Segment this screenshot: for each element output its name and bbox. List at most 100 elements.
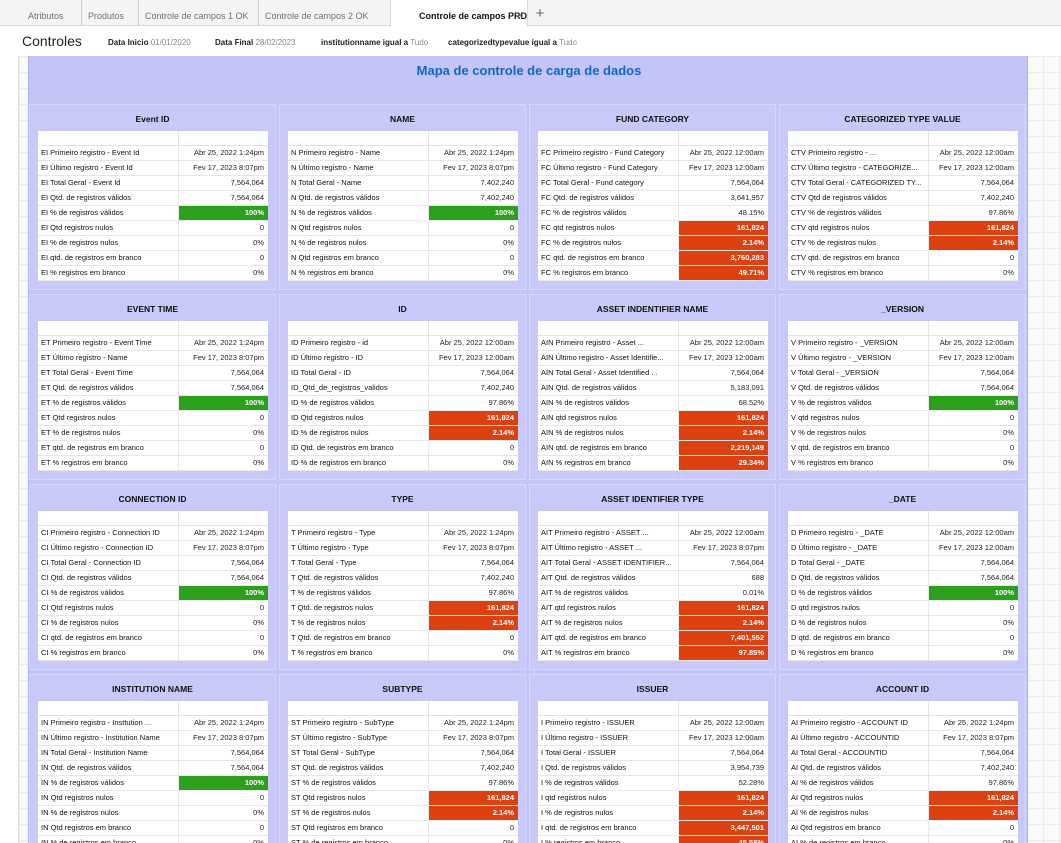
table-row[interactable]: AI Primeiro registro - ACCOUNT ID Abr 25,… — [788, 716, 1018, 731]
table-row[interactable]: EI Último registro - Event Id Fev 17, 202… — [38, 161, 268, 176]
table-row[interactable]: CI Qtd. de registros válidos 7,564,064 — [38, 571, 268, 586]
table-row[interactable]: FC Último registro - Fund Category Fev 17… — [538, 161, 768, 176]
table-row[interactable]: AIT Último registro - ASSET ... Fev 17, 2… — [538, 541, 768, 556]
table-row[interactable]: ID % de registros nulos 2.14% — [288, 426, 518, 441]
table-row[interactable]: ST Qtd. de registros válidos 7,402,240 — [288, 761, 518, 776]
table-row[interactable]: CI Primeiro registro - Connection ID Abr … — [38, 526, 268, 541]
table-row[interactable]: AI Total Geral - ACCOUNTID 7,564,064 — [788, 746, 1018, 761]
table-row[interactable]: T % de registros válidos 97.86% — [288, 586, 518, 601]
table-row[interactable]: ST Primeiro registro - SubType Abr 25, 20… — [288, 716, 518, 731]
table-row[interactable]: AIT % de registros nulos 2.14% — [538, 616, 768, 631]
table-row[interactable]: N Primeiro registro - Name Abr 25, 2022 1… — [288, 146, 518, 161]
table-row[interactable]: D % registros em branco 0% — [788, 646, 1018, 661]
table-row[interactable]: N Qtd. de registros válidos 7,402,240 — [288, 191, 518, 206]
table-row[interactable]: D Primeiro registro - _DATE Abr 25, 2022 … — [788, 526, 1018, 541]
table-row[interactable]: T % de registros nulos 2.14% — [288, 616, 518, 631]
table-row[interactable]: IN % de registros em branco 0% — [38, 836, 268, 843]
table-row[interactable]: EI % registros em branco 0% — [38, 266, 268, 281]
table-row[interactable]: T Qtd. de registros válidos 7,402,240 — [288, 571, 518, 586]
table-row[interactable]: ID Total Geral - ID 7,564,064 — [288, 366, 518, 381]
table-row[interactable]: IN Primeiro registro - Insttution ... Abr… — [38, 716, 268, 731]
table-row[interactable]: AI % de registros em branco 0% — [788, 836, 1018, 843]
table-row[interactable]: AIT Primeiro registro - ASSET ... Abr 25,… — [538, 526, 768, 541]
table-row[interactable]: IN Qtd registros nulos 0 — [38, 791, 268, 806]
table-row[interactable]: CTV Último registro - CATEGORIZE... Fev 1… — [788, 161, 1018, 176]
table-row[interactable]: ST Total Geral - SubType 7,564,064 — [288, 746, 518, 761]
filter-categorizedtypevalue[interactable]: categorizedtypevalue igual a Tudo — [448, 38, 577, 47]
table-row[interactable]: EI Qtd registros nulos 0 — [38, 221, 268, 236]
table-row[interactable]: V % registros em branco 0% — [788, 456, 1018, 471]
table-row[interactable]: T Qtd. de registros nulos 161,824 — [288, 601, 518, 616]
table-row[interactable]: CI % de registros nulos 0% — [38, 616, 268, 631]
filter-data-inicio[interactable]: Data Inicio 01/01/2020 — [108, 38, 191, 47]
table-row[interactable]: EI % de registros nulos 0% — [38, 236, 268, 251]
filter-institutionname[interactable]: institutionname igual a Tudo — [321, 38, 428, 47]
table-row[interactable]: N Qtd registros nulos 0 — [288, 221, 518, 236]
table-row[interactable]: ST Qtd registros em branco 0 — [288, 821, 518, 836]
table-row[interactable]: AIT % registros em branco 97.85% — [538, 646, 768, 661]
table-row[interactable]: CTV % registros em branco 0% — [788, 266, 1018, 281]
table-row[interactable]: IN Qtd. de registros válidos 7,564,064 — [38, 761, 268, 776]
table-row[interactable]: CTV % de registros válidos 97.86% — [788, 206, 1018, 221]
table-row[interactable]: ID Primeiro registro - id Abr 25, 2022 12… — [288, 336, 518, 351]
table-row[interactable]: ET Primeiro registro - Event Time Abr 25,… — [38, 336, 268, 351]
table-row[interactable]: ST % de registros em branco 0% — [288, 836, 518, 843]
table-row[interactable]: FC Total Geral - Fund category 7,564,064 — [538, 176, 768, 191]
table-row[interactable]: ET % de registros nulos 0% — [38, 426, 268, 441]
table-row[interactable]: CI % registros em branco 0% — [38, 646, 268, 661]
table-row[interactable]: ST % de registros nulos 2.14% — [288, 806, 518, 821]
table-row[interactable]: AI Qtd registros em branco 0 — [788, 821, 1018, 836]
table-row[interactable]: CTV Qtd de registros válidos 7,402,240 — [788, 191, 1018, 206]
table-row[interactable]: T Qtd. de registros em branco 0 — [288, 631, 518, 646]
table-row[interactable]: EI Primeiro registro - Event Id Abr 25, 2… — [38, 146, 268, 161]
table-row[interactable]: AIT qtd. de registros em branco 7,401,552 — [538, 631, 768, 646]
table-row[interactable]: AI % de registros válidos 97.86% — [788, 776, 1018, 791]
table-row[interactable]: I qtd registros nulos 161,824 — [538, 791, 768, 806]
table-row[interactable]: N % registros em branco 0% — [288, 266, 518, 281]
table-row[interactable]: I % registros em branco 45.58% — [538, 836, 768, 843]
table-row[interactable]: FC qtd registros nulos 161,824 — [538, 221, 768, 236]
table-row[interactable]: IN % de registros nulos 0% — [38, 806, 268, 821]
table-row[interactable]: AIT Qtd. de registros válidos 688 — [538, 571, 768, 586]
table-row[interactable]: N Último registro - Name Fev 17, 2023 8:0… — [288, 161, 518, 176]
table-row[interactable]: CI Último registro - Connection ID Fev 17… — [38, 541, 268, 556]
table-row[interactable]: I Total Geral - ISSUER 7,564,064 — [538, 746, 768, 761]
table-row[interactable]: T Último registro - Type Fev 17, 2023 8:0… — [288, 541, 518, 556]
table-row[interactable]: V qtd registros nulos 0 — [788, 411, 1018, 426]
table-row[interactable]: IN Último registro - Institution Name Fev… — [38, 731, 268, 746]
table-row[interactable]: AIN % de registros válidos 68.52% — [538, 396, 768, 411]
table-row[interactable]: D Último registro - _DATE Fev 17, 2023 12… — [788, 541, 1018, 556]
table-row[interactable]: D Total Geral - _DATE 7,564,064 — [788, 556, 1018, 571]
table-row[interactable]: ST Qtd registros nulos 161,824 — [288, 791, 518, 806]
table-row[interactable]: AIN % de registros nulos 2.14% — [538, 426, 768, 441]
filter-data-final[interactable]: Data Final 28/02/2023 — [215, 38, 296, 47]
table-row[interactable]: ID % de registros em branco 0% — [288, 456, 518, 471]
tab-atributos[interactable]: Atributos — [22, 0, 80, 26]
table-row[interactable]: IN Total Geral - Institution Name 7,564,0… — [38, 746, 268, 761]
table-row[interactable]: ET qtd. de registros em branco 0 — [38, 441, 268, 456]
table-row[interactable]: IN Qtd registros em branco 0 — [38, 821, 268, 836]
table-row[interactable]: I Último registro - ISSUER Fev 17, 2023 1… — [538, 731, 768, 746]
table-row[interactable]: I % de registros nulos 2.14% — [538, 806, 768, 821]
table-row[interactable]: EI Total Geral - Event Id 7,564,064 — [38, 176, 268, 191]
table-row[interactable]: ST Último registro - SubType Fev 17, 2023… — [288, 731, 518, 746]
table-row[interactable]: FC % registros em branco 49.71% — [538, 266, 768, 281]
table-row[interactable]: ET Último registro - Name Fev 17, 2023 8:… — [38, 351, 268, 366]
table-row[interactable]: EI Qtd. de registros válidos 7,564,064 — [38, 191, 268, 206]
table-row[interactable]: FC % de registros válidos 48.15% — [538, 206, 768, 221]
tab-controle-campos-2[interactable]: Controle de campos 2 OK — [258, 0, 388, 26]
table-row[interactable]: CTV % de registros nulos 2.14% — [788, 236, 1018, 251]
table-row[interactable]: ET Total Geral - Event Time 7,564,064 — [38, 366, 268, 381]
table-row[interactable]: D qtd registros nulos 0 — [788, 601, 1018, 616]
table-row[interactable]: AIN Último registro - Asset Identifie...… — [538, 351, 768, 366]
table-row[interactable]: D qtd. de registros em branco 0 — [788, 631, 1018, 646]
table-row[interactable]: I Primeiro registro - ISSUER Abr 25, 2022… — [538, 716, 768, 731]
table-row[interactable]: AI % de registros nulos 2.14% — [788, 806, 1018, 821]
table-row[interactable]: ID_Qtd_de_registros_validos 7,402,240 — [288, 381, 518, 396]
table-row[interactable]: CI % de registros válidos 100% — [38, 586, 268, 601]
table-row[interactable]: V Qtd. de registros válidos 7,564,064 — [788, 381, 1018, 396]
table-row[interactable]: T Primeiro registro - Type Abr 25, 2022 1… — [288, 526, 518, 541]
table-row[interactable]: AIN Primeiro registro - Asset ... Abr 25,… — [538, 336, 768, 351]
table-row[interactable]: CTV Primeiro registro - ... Abr 25, 2022 … — [788, 146, 1018, 161]
table-row[interactable]: FC Primeiro registro - Fund Category Abr … — [538, 146, 768, 161]
